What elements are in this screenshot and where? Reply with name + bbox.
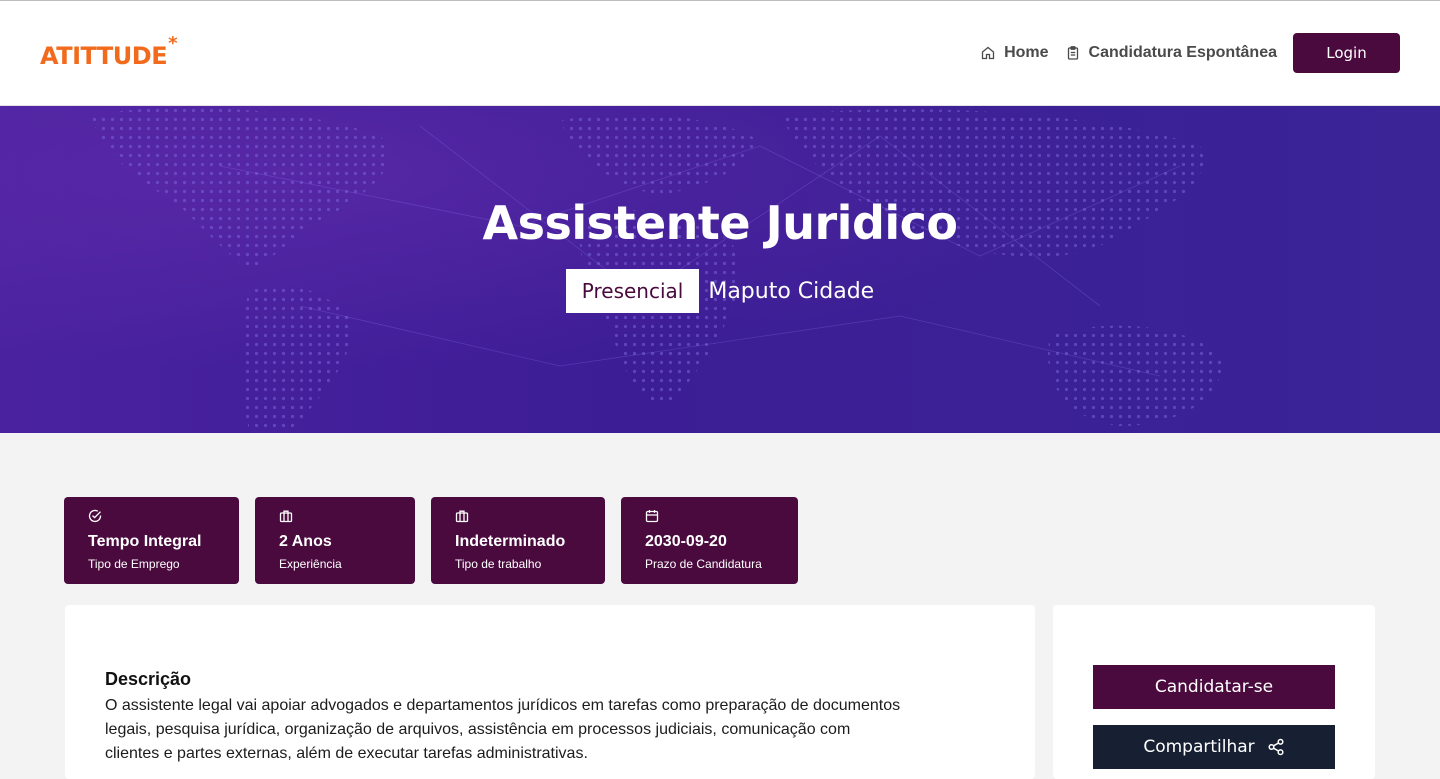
job-location: Maputo Cidade xyxy=(708,278,875,304)
work-type-card: Indeterminado Tipo de trabalho xyxy=(431,497,605,584)
job-hero-banner: Assistente Juridico Presencial Maputo Ci… xyxy=(0,106,1440,433)
card-label: Tipo de Emprego xyxy=(88,557,180,571)
nav-home-label: Home xyxy=(1004,44,1049,61)
check-circle-icon xyxy=(88,509,102,523)
work-mode-badge: Presencial xyxy=(565,269,700,313)
calendar-icon xyxy=(645,510,659,523)
job-title: Assistente Juridico xyxy=(482,196,958,250)
employment-type-card: Tempo Integral Tipo de Emprego xyxy=(64,497,239,584)
description-panel: Descrição O assistente legal vai apoiar … xyxy=(65,605,1035,779)
experience-card: 2 Anos Experiência xyxy=(255,497,415,584)
nav-home-link[interactable]: Home xyxy=(980,44,1049,62)
login-button[interactable]: Login xyxy=(1293,33,1400,73)
description-title: Descrição xyxy=(105,669,192,689)
logo-star: * xyxy=(168,33,178,54)
card-label: Experiência xyxy=(279,557,342,571)
home-icon xyxy=(981,46,995,60)
card-value: Tempo Integral xyxy=(88,533,202,550)
card-value: Indeterminado xyxy=(455,533,566,550)
share-button-label: Compartilhar xyxy=(1143,737,1255,757)
apply-button[interactable]: Candidatar-se xyxy=(1093,665,1335,709)
nav-spontaneous-application-label: Candidatura Espontânea xyxy=(1088,44,1277,61)
share-button[interactable]: Compartilhar xyxy=(1093,725,1335,769)
deadline-card: 2030-09-20 Prazo de Candidatura xyxy=(621,497,798,584)
site-header: ATITTUDE * Home Candidatura Espontânea L… xyxy=(0,1,1440,106)
clipboard-icon xyxy=(1067,46,1078,60)
logo-text: ATITTUDE xyxy=(40,42,168,70)
briefcase-icon xyxy=(279,510,293,523)
description-text: O assistente legal vai apoiar advogados … xyxy=(105,697,901,762)
card-value: 2030-09-20 xyxy=(645,533,727,550)
share-icon xyxy=(1268,738,1284,756)
card-label: Tipo de trabalho xyxy=(455,557,542,571)
brand-logo[interactable]: ATITTUDE * xyxy=(40,33,178,73)
nav-spontaneous-application-link[interactable]: Candidatura Espontânea xyxy=(1065,44,1277,62)
main-nav: Home Candidatura Espontânea Login xyxy=(980,33,1400,73)
job-info-cards: Tempo Integral Tipo de Emprego 2 Anos Ex… xyxy=(64,497,798,584)
briefcase-icon xyxy=(455,510,469,523)
job-meta: Presencial Maputo Cidade xyxy=(0,269,1440,313)
card-value: 2 Anos xyxy=(279,533,332,550)
apply-button-label: Candidatar-se xyxy=(1154,677,1274,697)
card-label: Prazo de Candidatura xyxy=(645,557,762,571)
actions-panel: Candidatar-se Compartilhar xyxy=(1053,605,1375,779)
